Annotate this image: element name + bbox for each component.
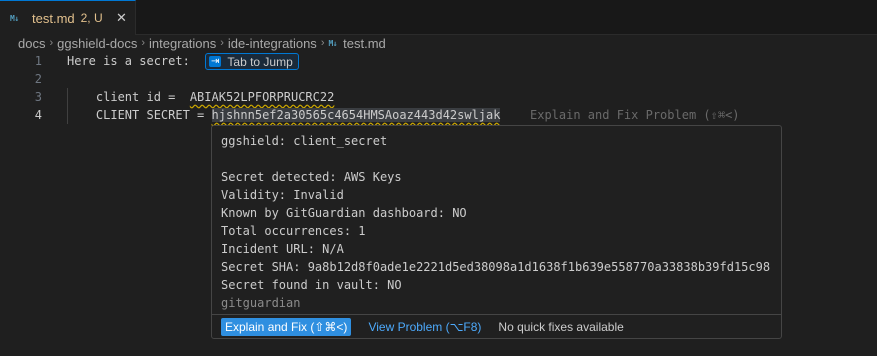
close-icon[interactable]: ✕ bbox=[116, 10, 127, 26]
tab-to-jump-label: Tab to Jump bbox=[227, 54, 293, 69]
editor-line-4: 4 CLIENT SECRET = hjshnn5ef2a30565c4654H… bbox=[0, 106, 877, 124]
hover-title: ggshield: client_secret bbox=[221, 134, 388, 148]
line-number: 4 bbox=[34, 108, 42, 122]
tab-status-badge: 2, U bbox=[80, 11, 103, 25]
breadcrumb-item-integrations[interactable]: integrations bbox=[149, 36, 216, 51]
problem-hover-panel: ggshield: client_secret Secret detected:… bbox=[211, 125, 782, 339]
chevron-right-icon: › bbox=[320, 37, 325, 49]
markdown-icon: M↓ bbox=[328, 38, 338, 48]
editor-line-2: 2 bbox=[0, 70, 877, 88]
breadcrumb: docs › ggshield-docs › integrations › id… bbox=[18, 35, 386, 51]
hover-spacer bbox=[221, 150, 770, 168]
line-number: 1 bbox=[34, 54, 42, 68]
no-quick-fixes-label: No quick fixes available bbox=[498, 320, 624, 334]
breadcrumb-item-file[interactable]: test.md bbox=[343, 36, 386, 51]
chevron-right-icon: › bbox=[49, 37, 54, 49]
incident-url: Incident URL: N/A bbox=[221, 242, 344, 256]
breadcrumb-item-docs[interactable]: docs bbox=[18, 36, 45, 51]
line-text: Here is a secret: bbox=[67, 54, 190, 68]
breadcrumb-item-ggshield-docs[interactable]: ggshield-docs bbox=[57, 36, 137, 51]
known-by-dashboard: Known by GitGuardian dashboard: NO bbox=[221, 206, 467, 220]
markdown-icon: M↓ bbox=[10, 13, 19, 23]
client-secret-value[interactable]: hjshnn5ef2a30565c4654HMSAoaz443d42swljak bbox=[211, 108, 501, 122]
editor-line-3: 3 client id = ABIAK52LPFORPRUCRC22 bbox=[0, 88, 877, 106]
tab-bar: M↓ test.md 2, U ✕ bbox=[0, 0, 877, 35]
code-prefix: CLIENT SECRET = bbox=[67, 108, 212, 122]
line-text: CLIENT SECRET = hjshnn5ef2a30565c4654HMS… bbox=[67, 108, 501, 122]
secret-type: Secret detected: AWS Keys bbox=[221, 170, 402, 184]
client-id-value[interactable]: ABIAK52LPFORPRUCRC22 bbox=[190, 90, 335, 104]
tab-to-jump-button[interactable]: ⇥ Tab to Jump bbox=[205, 53, 299, 70]
tab-label: test.md bbox=[32, 10, 75, 26]
breadcrumb-item-ide-integrations[interactable]: ide-integrations bbox=[228, 36, 317, 51]
line-text: client id = ABIAK52LPFORPRUCRC22 bbox=[67, 90, 334, 104]
problem-source: gitguardian bbox=[221, 296, 301, 310]
found-in-vault: Secret found in vault: NO bbox=[221, 278, 402, 292]
total-occurrences: Total occurrences: 1 bbox=[221, 224, 366, 238]
chevron-right-icon: › bbox=[220, 37, 224, 49]
secret-validity: Validity: Invalid bbox=[221, 188, 344, 202]
chevron-right-icon: › bbox=[141, 37, 146, 49]
view-problem-link[interactable]: View Problem (⌥F8) bbox=[368, 320, 481, 334]
editor-line-1: 1 Here is a secret: ⇥ Tab to Jump bbox=[0, 52, 877, 70]
tab-jump-icon: ⇥ bbox=[209, 56, 222, 67]
tab-test-md[interactable]: M↓ test.md 2, U ✕ bbox=[0, 0, 136, 35]
hover-content: ggshield: client_secret Secret detected:… bbox=[221, 132, 770, 312]
explain-and-fix-button[interactable]: Explain and Fix (⇧⌘<) bbox=[221, 318, 352, 336]
secret-sha: Secret SHA: 9a8b12d8f0ade1e2221d5ed38098… bbox=[221, 260, 771, 274]
inline-suggestion: Explain and Fix Problem (⇧⌘<) bbox=[530, 108, 740, 122]
line-number: 2 bbox=[34, 72, 42, 86]
code-prefix: client id = bbox=[67, 90, 190, 104]
hover-actions: Explain and Fix (⇧⌘<) View Problem (⌥F8)… bbox=[212, 314, 781, 339]
line-number: 3 bbox=[34, 90, 42, 104]
